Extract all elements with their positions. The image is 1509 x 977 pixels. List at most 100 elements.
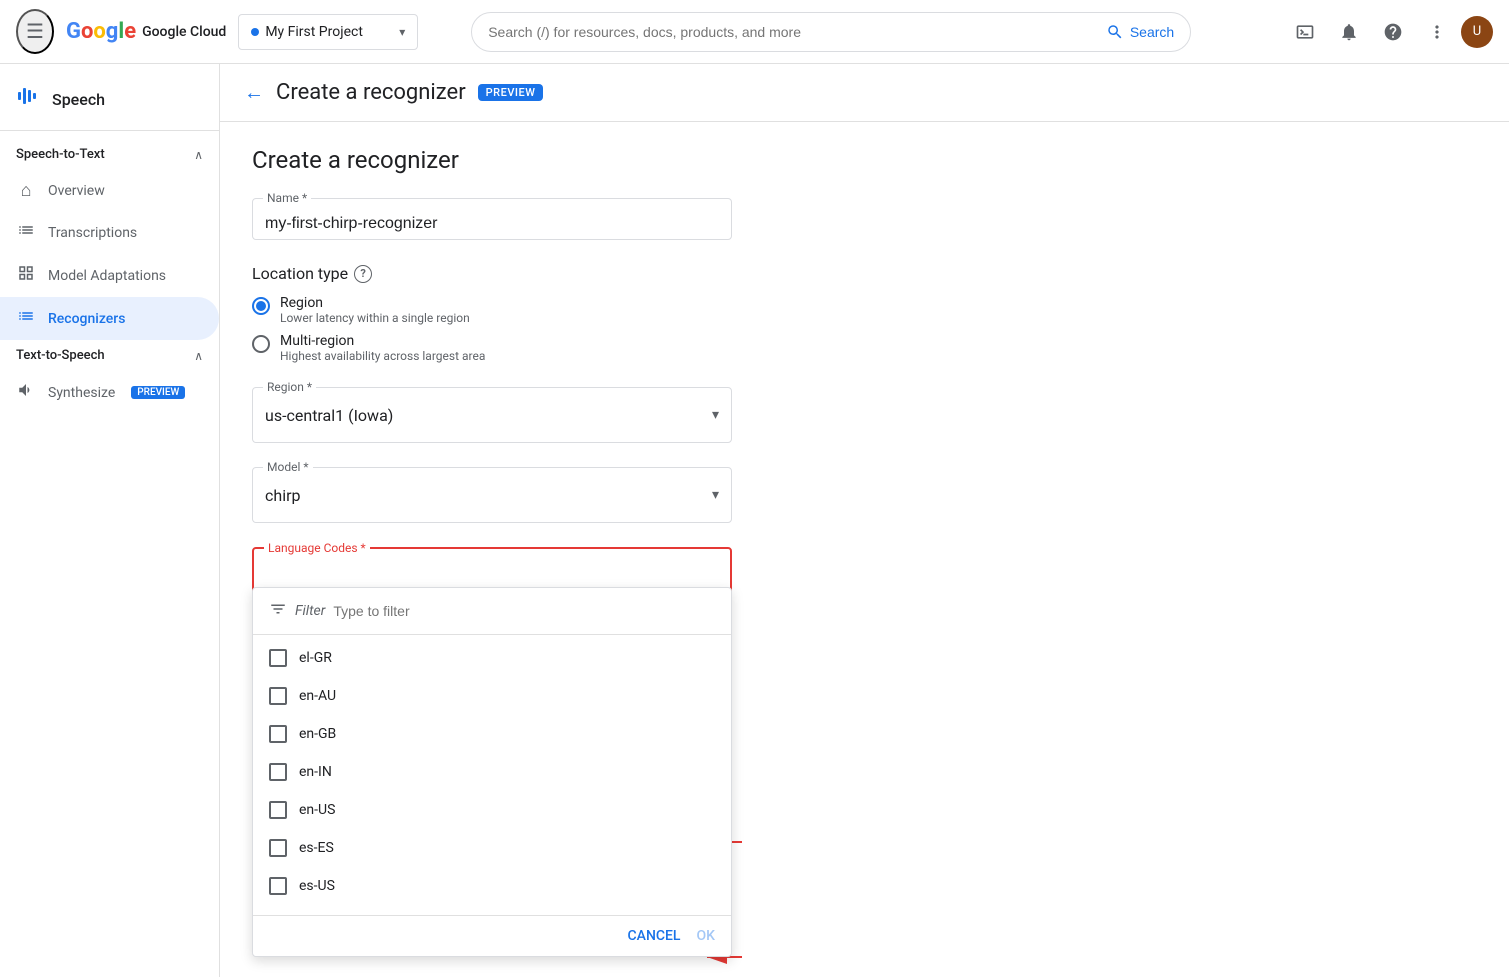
checkbox-en-gb[interactable] [269, 725, 287, 743]
sidebar-item-synthesize[interactable]: Synthesize PREVIEW [0, 371, 219, 414]
model-adaptations-icon [16, 264, 36, 287]
dropdown-ok-btn[interactable]: OK [697, 928, 716, 944]
dropdown-item-es-es[interactable]: es-ES [253, 829, 731, 867]
notification-icon-btn[interactable] [1329, 12, 1369, 52]
name-input[interactable] [265, 215, 719, 233]
radio-region[interactable]: Region Lower latency within a single reg… [252, 295, 988, 325]
radio-multi-region-text: Multi-region Highest availability across… [280, 333, 485, 363]
dropdown-item-el-gr[interactable]: el-GR [253, 639, 731, 677]
dropdown-item-en-in[interactable]: en-IN [253, 753, 731, 791]
item-label-es-us: es-US [299, 878, 335, 894]
dropdown-item-en-gb[interactable]: en-GB [253, 715, 731, 753]
radio-region-btn[interactable] [252, 297, 270, 315]
radio-multi-region-btn[interactable] [252, 335, 270, 353]
region-field: Region * us-central1 (Iowa) ▾ [252, 387, 988, 443]
checkbox-en-au[interactable] [269, 687, 287, 705]
radio-region-label: Region [280, 295, 470, 311]
terminal-icon-btn[interactable] [1285, 12, 1325, 52]
radio-region-sublabel: Lower latency within a single region [280, 311, 470, 325]
location-type-help-icon[interactable]: ? [354, 265, 372, 283]
language-codes-field: Language Codes * Filter [252, 547, 988, 603]
region-select[interactable]: Region * us-central1 (Iowa) ▾ [252, 387, 732, 443]
transcriptions-label: Transcriptions [48, 225, 137, 241]
model-chevron-icon: ▾ [712, 487, 719, 503]
back-button[interactable]: ← [244, 80, 264, 105]
radio-multi-region-label: Multi-region [280, 333, 485, 349]
model-field: Model * chirp ▾ [252, 467, 988, 523]
sidebar-item-model-adaptations[interactable]: Model Adaptations [0, 254, 219, 297]
search-input[interactable] [488, 24, 1098, 40]
sidebar-section-stt[interactable]: Speech-to-Text ∧ [0, 139, 219, 170]
more-vert-icon-btn[interactable] [1417, 12, 1457, 52]
name-input-wrapper: Name * [252, 198, 732, 240]
filter-input[interactable] [333, 603, 715, 619]
item-label-en-au: en-AU [299, 688, 336, 704]
search-button[interactable]: Search [1106, 23, 1174, 41]
radio-group: Region Lower latency within a single reg… [252, 295, 988, 363]
region-value: us-central1 (Iowa) [265, 406, 712, 425]
checkbox-en-us[interactable] [269, 801, 287, 819]
model-label: Model * [263, 460, 313, 474]
radio-region-text: Region Lower latency within a single reg… [280, 295, 470, 325]
hamburger-menu[interactable]: ☰ [16, 9, 54, 54]
cloud-logo-text: Google Cloud [142, 24, 226, 40]
dropdown-item-es-us[interactable]: es-US [253, 867, 731, 905]
sidebar-app-title: Speech [52, 90, 105, 109]
notification-icon [1339, 22, 1359, 42]
form-container: Create a recognizer Name * Location type… [220, 122, 1020, 819]
project-name: My First Project [265, 24, 363, 40]
google-cloud-logo[interactable]: Google Google Cloud [66, 19, 226, 44]
checkbox-el-gr[interactable] [269, 649, 287, 667]
radio-multi-region[interactable]: Multi-region Highest availability across… [252, 333, 988, 363]
overview-label: Overview [48, 183, 105, 199]
item-label-es-es: es-ES [299, 840, 334, 856]
model-select[interactable]: Model * chirp ▾ [252, 467, 732, 523]
google-logo: Google [66, 19, 136, 44]
checkbox-es-es[interactable] [269, 839, 287, 857]
lang-codes-label: Language Codes * [264, 541, 370, 555]
help-icon-btn[interactable] [1373, 12, 1413, 52]
search-btn-label: Search [1130, 24, 1174, 40]
item-label-en-us: en-US [299, 802, 335, 818]
item-label-en-in: en-IN [299, 764, 332, 780]
project-selector[interactable]: My First Project ▾ [238, 14, 418, 50]
dropdown-cancel-btn[interactable]: CANCEL [628, 928, 681, 944]
location-type-label: Location type ? [252, 264, 988, 283]
name-field: Name * [252, 198, 988, 240]
page-header: ← Create a recognizer PREVIEW [220, 64, 1509, 122]
search-icon [1106, 23, 1124, 41]
location-type-text: Location type [252, 264, 348, 283]
form-title: Create a recognizer [252, 146, 988, 174]
dropdown-item-en-us[interactable]: en-US [253, 791, 731, 829]
page-title: Create a recognizer [276, 80, 466, 105]
stt-chevron-icon: ∧ [194, 148, 203, 162]
home-icon: ⌂ [16, 180, 36, 201]
checkbox-es-us[interactable] [269, 877, 287, 895]
recognizers-label: Recognizers [48, 311, 125, 327]
checkbox-en-in[interactable] [269, 763, 287, 781]
page-preview-badge: PREVIEW [478, 84, 544, 101]
region-chevron-icon: ▾ [712, 407, 719, 423]
synthesize-icon [16, 381, 36, 404]
language-dropdown-panel: Filter el-GR en-AU [252, 587, 732, 957]
dropdown-item-et-ee[interactable]: et-EE [253, 905, 731, 915]
user-avatar[interactable]: U [1461, 16, 1493, 48]
sidebar-section-tts[interactable]: Text-to-Speech ∧ [0, 340, 219, 371]
main-content: ← Create a recognizer PREVIEW Create a r… [220, 64, 1509, 977]
synthesize-label: Synthesize [48, 385, 115, 401]
region-label: Region * [263, 380, 316, 394]
top-nav: ☰ Google Google Cloud My First Project ▾… [0, 0, 1509, 64]
dropdown-item-en-au[interactable]: en-AU [253, 677, 731, 715]
sidebar-item-recognizers[interactable]: Recognizers [0, 297, 219, 340]
sidebar-item-overview[interactable]: ⌂ Overview [0, 170, 219, 211]
location-type-field: Location type ? Region Lower latency wit… [252, 264, 988, 363]
item-label-en-gb: en-GB [299, 726, 336, 742]
sidebar-app-header: Speech [0, 72, 219, 131]
sidebar-item-transcriptions[interactable]: Transcriptions [0, 211, 219, 254]
transcriptions-icon [16, 221, 36, 244]
tts-section-label: Text-to-Speech [16, 348, 105, 363]
app-body: Speech Speech-to-Text ∧ ⌂ Overview Trans… [0, 64, 1509, 977]
search-bar: Search [471, 12, 1191, 52]
avatar-initials: U [1473, 24, 1481, 39]
sidebar: Speech Speech-to-Text ∧ ⌂ Overview Trans… [0, 64, 220, 977]
